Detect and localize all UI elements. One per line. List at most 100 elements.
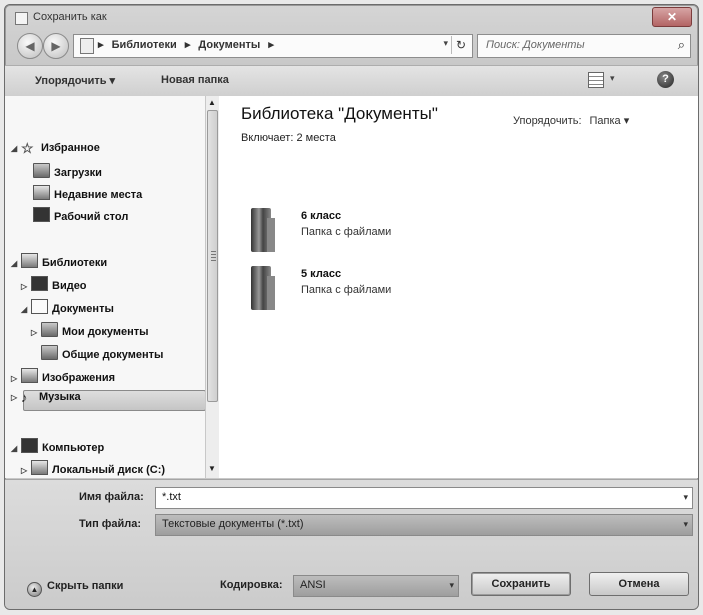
collapse-arrow-icon[interactable]: ▷ [31,328,41,337]
folder-icon [251,266,275,310]
address-bar[interactable]: ▸ Библиотеки ▸ Документы ▸ ▾ ↻ [73,34,473,58]
folder-name: 5 класс [301,268,342,280]
music-note-icon: ♪ [21,390,28,405]
sidebar-item-desktop[interactable]: Рабочий стол [33,207,128,223]
file-list-pane: Библиотека "Документы" Включает: 2 места… [219,96,698,478]
sidebar-item-label: Недавние места [54,189,143,201]
sidebar-item-my-documents[interactable]: ▷ Мои документы [31,322,149,338]
sidebar-item-downloads[interactable]: Загрузки [33,163,102,179]
disk-icon [31,460,48,475]
filename-value: *.txt [162,491,181,503]
scrollbar-thumb[interactable] [207,110,218,402]
collapse-arrow-icon[interactable]: ▷ [21,466,31,475]
folder-type: Папка с файлами [301,226,392,238]
breadcrumb-documents[interactable]: Документы [198,39,260,51]
folder-item[interactable]: 5 класс Папка с файлами [251,264,471,314]
refresh-icon[interactable]: ↻ [451,36,470,54]
sidebar-scrollbar[interactable]: ▲ ▼ [205,96,220,478]
breadcrumb-separator: ▸ [98,39,104,51]
star-icon: ☆ [21,140,34,156]
expand-arrow-icon[interactable]: ◢ [21,305,31,314]
sidebar-item-favorites[interactable]: ◢ ☆ Избранное [11,140,100,156]
images-icon [21,368,38,383]
video-icon [31,276,48,291]
folder-icon [41,322,58,337]
save-as-dialog: Сохранить как ✕ ◀ ▶ ▸ Библиотеки ▸ Докум… [4,4,699,610]
chevron-down-icon[interactable]: ▾ [683,492,688,503]
sidebar-item-label: Локальный диск (C:) [52,464,166,476]
expand-arrow-icon[interactable]: ◢ [11,144,21,153]
scroll-down-icon[interactable]: ▼ [208,464,216,473]
sidebar-item-recent-places[interactable]: Недавние места [33,185,142,201]
sidebar-item-label: Избранное [41,142,100,154]
collapse-arrow-icon[interactable]: ▷ [11,374,21,383]
title-bar: Сохранить как ✕ [5,5,698,31]
sidebar-item-documents[interactable]: ◢ Документы [21,299,114,315]
save-options-panel: Имя файла: *.txt ▾ Тип файла: Текстовые … [5,479,698,609]
desktop-icon [33,207,50,222]
expand-arrow-icon[interactable]: ◢ [11,444,21,453]
breadcrumb-libraries[interactable]: Библиотеки [112,39,177,51]
sidebar-item-label: Общие документы [62,349,164,361]
filename-input[interactable]: *.txt ▾ [155,487,693,509]
hide-folders-button[interactable]: ▲ Скрыть папки [27,580,123,597]
search-placeholder: Поиск: Документы [486,39,585,51]
breadcrumb-separator: ▸ [184,39,191,51]
cancel-button[interactable]: Отмена [589,572,689,596]
sidebar-item-label: Видео [52,280,87,292]
scroll-up-icon[interactable]: ▲ [208,98,216,107]
sidebar-item-images[interactable]: ▷ Изображения [11,368,115,384]
chevron-down-icon[interactable]: ▾ [683,519,688,530]
window-icon [15,12,28,25]
sidebar-item-label: Изображения [42,372,116,384]
expand-arrow-icon[interactable]: ◢ [11,259,21,268]
downloads-folder-icon [33,163,50,178]
view-options-icon[interactable] [588,72,604,88]
arrange-by-dropdown[interactable]: Папка ▾ [590,115,630,127]
sidebar-item-label: Рабочий стол [54,211,129,223]
sidebar-item-shared-documents[interactable]: Общие документы [41,345,163,361]
new-folder-button[interactable]: Новая папка [161,74,229,86]
navigation-row: ◀ ▶ ▸ Библиотеки ▸ Документы ▸ ▾ ↻ Поиск… [5,29,698,63]
sidebar-item-computer[interactable]: ◢ Компьютер [11,438,104,454]
breadcrumb-separator[interactable]: ▸ [268,39,274,51]
arrange-by: Упорядочить: Папка ▾ [513,114,629,127]
save-button[interactable]: Сохранить [471,572,571,596]
organize-button[interactable]: Упорядочить ▾ [35,74,115,87]
collapse-arrow-icon[interactable]: ▷ [11,393,21,402]
search-icon[interactable]: ⌕ [678,37,685,53]
filetype-select[interactable]: Текстовые документы (*.txt) ▾ [155,514,693,536]
collapse-arrow-icon[interactable]: ▷ [21,282,31,291]
address-dropdown-icon[interactable]: ▾ [443,38,448,49]
search-input[interactable]: Поиск: Документы ⌕ [477,34,691,58]
sidebar-item-label: Мои документы [62,326,149,338]
sidebar-item-label: Загрузки [54,167,102,179]
navigation-pane: ◢ ☆ Избранное Загрузки Недавние места Рабо… [5,96,206,478]
arrange-by-label: Упорядочить: [513,115,582,127]
sidebar-item-libraries[interactable]: ◢ Библиотеки [11,253,107,269]
sidebar-item-label: Музыка [39,391,81,403]
filetype-label: Тип файла: [79,518,142,530]
chevron-down-icon[interactable]: ▾ [449,580,454,591]
library-title: Библиотека "Документы" [241,104,438,123]
encoding-select[interactable]: ANSI ▾ [293,575,459,597]
view-dropdown-icon[interactable]: ▾ [610,73,615,84]
sidebar-item-label: Компьютер [42,442,105,454]
folder-icon [251,208,275,252]
library-page-icon [80,38,94,54]
back-button[interactable]: ◀ [17,33,43,59]
sidebar-item-music[interactable]: ▷ ♪ Музыка [11,390,81,405]
folder-icon [41,345,58,360]
documents-icon [31,299,48,314]
folder-item[interactable]: 6 класс Папка с файлами [251,206,471,256]
close-button[interactable]: ✕ [652,7,692,27]
scrollbar-grip [211,251,216,261]
breadcrumb: ▸ Библиотеки ▸ Документы ▸ [98,38,279,51]
forward-button[interactable]: ▶ [43,33,69,59]
sidebar-item-video[interactable]: ▷ Видео [21,276,87,292]
encoding-label: Кодировка: [220,579,283,591]
sidebar-item-local-disk[interactable]: ▷ Локальный диск (C:) [21,460,165,476]
sidebar-item-label: Библиотеки [42,257,108,269]
folder-type: Папка с файлами [301,284,392,296]
help-icon[interactable]: ? [657,71,674,88]
